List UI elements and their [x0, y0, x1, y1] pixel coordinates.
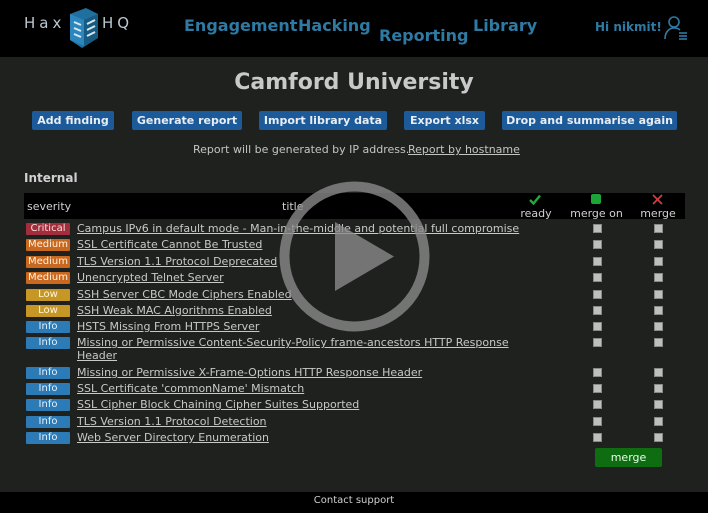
merge-checkbox[interactable] — [654, 368, 663, 377]
severity-badge: Info — [26, 367, 70, 379]
section-title-internal: Internal — [24, 171, 78, 185]
severity-badge: Medium — [26, 272, 70, 284]
contact-support-link[interactable]: Contact support — [0, 495, 708, 506]
merge-on-checkbox[interactable] — [593, 368, 602, 377]
export-xlsx-button[interactable]: Export xlsx — [404, 111, 485, 130]
severity-badge: Info — [26, 337, 70, 349]
report-by-hostname-link[interactable]: Report by hostname — [408, 143, 520, 156]
logo-text-hax: Hax — [24, 14, 66, 32]
severity-badge: Medium — [26, 239, 70, 251]
merge-on-checkbox[interactable] — [593, 224, 602, 233]
severity-badge: Info — [26, 383, 70, 395]
merge-on-square-icon — [591, 194, 601, 204]
merge-checkbox[interactable] — [654, 306, 663, 315]
merge-checkbox[interactable] — [654, 322, 663, 331]
merge-on-checkbox[interactable] — [593, 257, 602, 266]
finding-title-link[interactable]: TLS Version 1.1 Protocol Detection — [77, 415, 522, 428]
finding-title-link[interactable]: Web Server Directory Enumeration — [77, 431, 522, 444]
header-severity[interactable]: severity — [27, 200, 71, 213]
severity-badge: Medium — [26, 256, 70, 268]
nav-engagement[interactable]: Engagement — [184, 16, 297, 35]
merge-on-checkbox[interactable] — [593, 338, 602, 347]
user-settings-icon[interactable] — [664, 15, 688, 41]
table-row: Info SSL Certificate 'commonName' Mismat… — [24, 381, 685, 397]
logo-text-hq: HQ — [102, 14, 134, 32]
merge-checkbox[interactable] — [654, 240, 663, 249]
nav-hacking[interactable]: Hacking — [298, 16, 371, 35]
severity-badge: Critical — [26, 223, 70, 235]
nav-library[interactable]: Library — [473, 16, 537, 35]
merge-checkbox[interactable] — [654, 290, 663, 299]
merge-on-checkbox[interactable] — [593, 417, 602, 426]
checkmark-icon — [529, 194, 541, 205]
merge-checkbox[interactable] — [654, 433, 663, 442]
severity-badge: Low — [26, 289, 70, 301]
merge-on-checkbox[interactable] — [593, 306, 602, 315]
add-finding-button[interactable]: Add finding — [32, 111, 114, 130]
merge-button[interactable]: merge — [595, 448, 662, 467]
generate-report-button[interactable]: Generate report — [132, 111, 242, 130]
severity-badge: Info — [26, 416, 70, 428]
nav-reporting[interactable]: Reporting — [379, 26, 468, 45]
merge-on-checkbox[interactable] — [593, 273, 602, 282]
play-icon[interactable] — [279, 181, 430, 332]
user-greeting[interactable]: Hi nikmit! — [595, 20, 662, 34]
header-merge: merge — [640, 207, 676, 220]
header-merge-on: merge on — [570, 207, 623, 220]
merge-checkbox[interactable] — [654, 224, 663, 233]
merge-on-checkbox[interactable] — [593, 400, 602, 409]
finding-title-link[interactable]: Missing or Permissive Content-Security-P… — [77, 336, 522, 362]
table-row: Info Missing or Permissive Content-Secur… — [24, 335, 685, 365]
table-row: Info Web Server Directory Enumeration — [24, 430, 685, 446]
report-mode-note: Report will be generated by IP address. — [193, 143, 410, 156]
finding-title-link[interactable]: SSL Certificate 'commonName' Mismatch — [77, 382, 522, 395]
finding-title-link[interactable]: SSL Cipher Block Chaining Cipher Suites … — [77, 398, 522, 411]
header-ready: ready — [520, 207, 552, 220]
logo-cube-icon — [70, 8, 98, 48]
merge-on-checkbox[interactable] — [593, 240, 602, 249]
drop-and-summarise-button[interactable]: Drop and summarise again — [502, 111, 677, 130]
severity-badge: Info — [26, 432, 70, 444]
merge-checkbox[interactable] — [654, 417, 663, 426]
merge-on-checkbox[interactable] — [593, 433, 602, 442]
merge-checkbox[interactable] — [654, 400, 663, 409]
page-title: Camford University — [234, 70, 474, 95]
top-navigation-bar: Hax HQ Engagement Hacking Reporting Libr… — [0, 0, 708, 57]
merge-on-checkbox[interactable] — [593, 384, 602, 393]
merge-checkbox[interactable] — [654, 257, 663, 266]
merge-on-checkbox[interactable] — [593, 322, 602, 331]
severity-badge: Low — [26, 305, 70, 317]
footer: Contact support — [0, 492, 708, 513]
merge-on-checkbox[interactable] — [593, 290, 602, 299]
severity-badge: Info — [26, 399, 70, 411]
table-row: Info Missing or Permissive X-Frame-Optio… — [24, 365, 685, 381]
table-row: Info SSL Cipher Block Chaining Cipher Su… — [24, 397, 685, 413]
table-row: Info TLS Version 1.1 Protocol Detection — [24, 414, 685, 430]
merge-checkbox[interactable] — [654, 273, 663, 282]
cross-icon — [652, 194, 663, 205]
merge-checkbox[interactable] — [654, 384, 663, 393]
severity-badge: Info — [26, 321, 70, 333]
merge-checkbox[interactable] — [654, 338, 663, 347]
finding-title-link[interactable]: Missing or Permissive X-Frame-Options HT… — [77, 366, 522, 379]
import-library-data-button[interactable]: Import library data — [259, 111, 387, 130]
